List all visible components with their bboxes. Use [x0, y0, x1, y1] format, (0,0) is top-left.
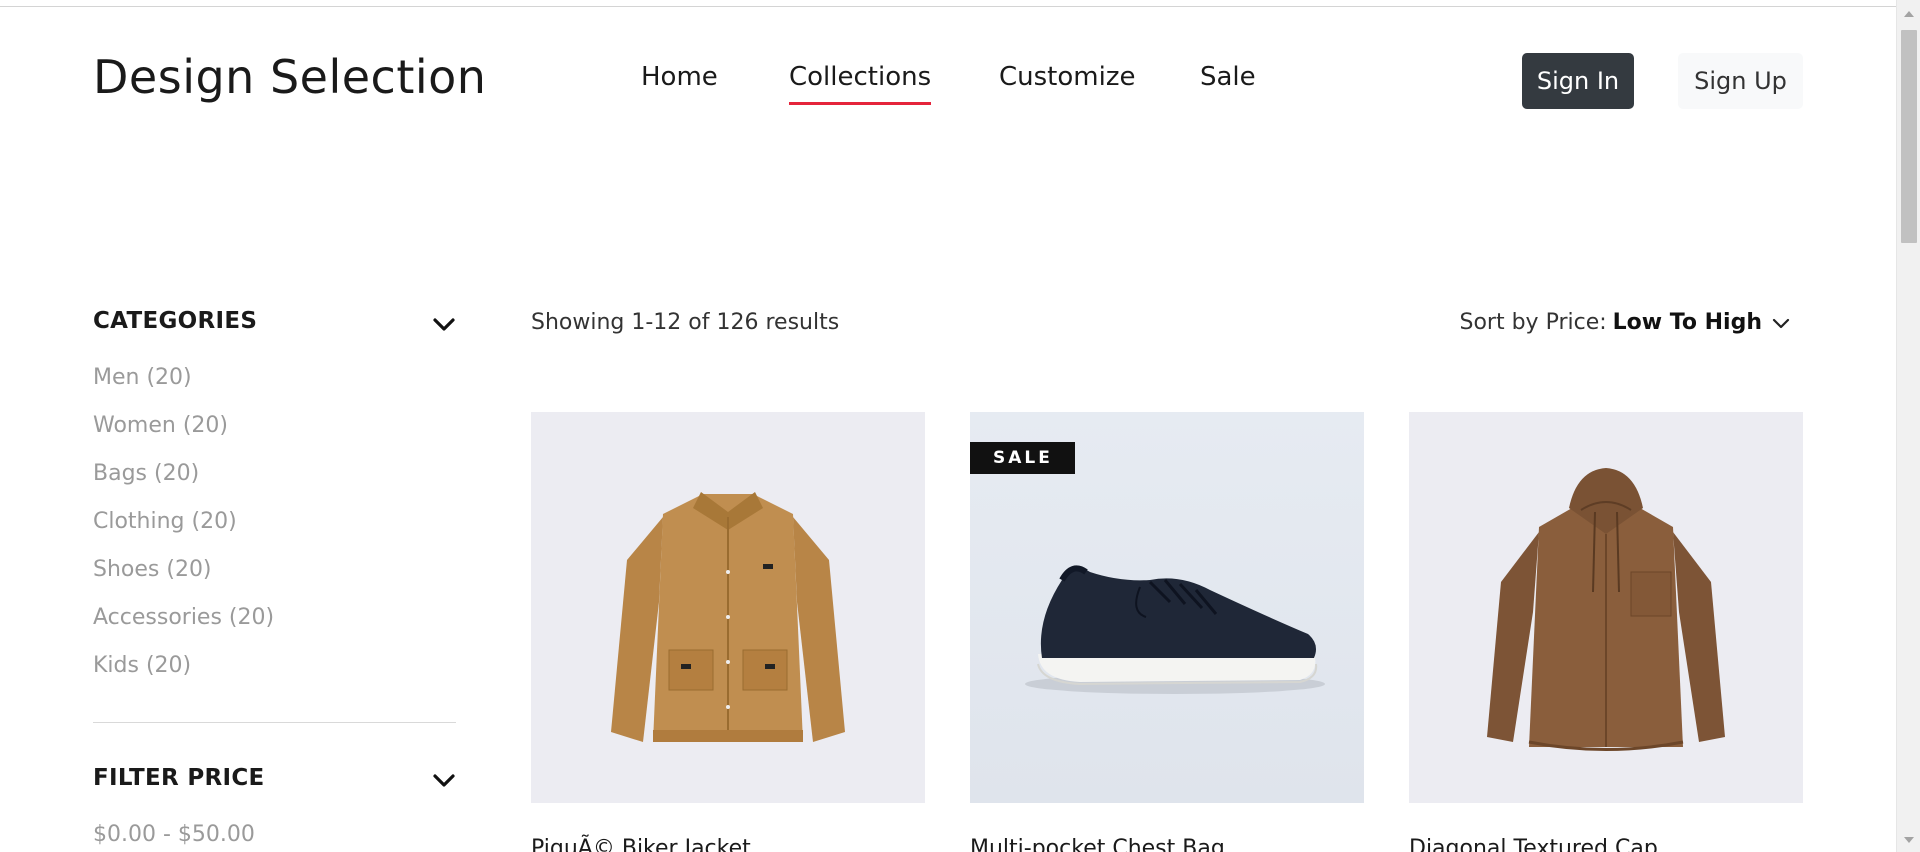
product-card[interactable]	[531, 412, 925, 803]
site-logo[interactable]: Design Selection	[93, 50, 486, 104]
product-image-hooded-shirt[interactable]	[1409, 412, 1803, 803]
price-range-value[interactable]: $0.00 - $50.00	[93, 822, 255, 847]
results-count: Showing 1-12 of 126 results	[531, 310, 840, 335]
nav-customize[interactable]: Customize	[999, 62, 1135, 92]
product-title[interactable]: PiquÃ© Biker Jacket	[531, 836, 751, 852]
sort-dropdown[interactable]: Sort by Price: Low To High	[1460, 310, 1791, 335]
category-list: Men (20) Women (20) Bags (20) Clothing (…	[93, 365, 274, 701]
sidebar-divider	[93, 722, 456, 723]
product-card[interactable]	[1409, 412, 1803, 803]
sale-badge: SALE	[970, 442, 1075, 474]
category-shoes[interactable]: Shoes (20)	[93, 557, 274, 605]
scroll-down-arrow-icon[interactable]	[1903, 836, 1915, 844]
filter-price-heading: FILTER PRICE	[93, 765, 265, 791]
page-scrollbar[interactable]	[1896, 0, 1920, 852]
nav-collections[interactable]: Collections	[789, 62, 932, 105]
product-card[interactable]: SALE	[970, 412, 1364, 803]
product-image-jacket[interactable]	[531, 412, 925, 803]
sort-value[interactable]: Low To High	[1613, 310, 1762, 335]
browser-top-border	[0, 0, 1896, 7]
category-bags[interactable]: Bags (20)	[93, 461, 274, 509]
category-kids[interactable]: Kids (20)	[93, 653, 274, 701]
category-clothing[interactable]: Clothing (20)	[93, 509, 274, 557]
sign-in-button[interactable]: Sign In	[1522, 53, 1634, 109]
category-men[interactable]: Men (20)	[93, 365, 274, 413]
product-title[interactable]: Multi-pocket Chest Bag	[970, 836, 1225, 852]
categories-chevron-down-icon[interactable]	[431, 314, 457, 334]
scroll-up-arrow-icon[interactable]	[1903, 10, 1915, 18]
product-title[interactable]: Diagonal Textured Cap	[1409, 836, 1658, 852]
nav-home[interactable]: Home	[641, 62, 718, 92]
sign-up-button[interactable]: Sign Up	[1678, 53, 1803, 109]
category-accessories[interactable]: Accessories (20)	[93, 605, 274, 653]
nav-sale[interactable]: Sale	[1200, 62, 1256, 92]
scrollbar-thumb[interactable]	[1901, 30, 1917, 243]
category-women[interactable]: Women (20)	[93, 413, 274, 461]
filter-price-chevron-down-icon[interactable]	[431, 770, 457, 790]
categories-heading: CATEGORIES	[93, 308, 258, 334]
sort-label: Sort by Price:	[1459, 310, 1607, 335]
chevron-down-icon[interactable]	[1772, 317, 1790, 329]
